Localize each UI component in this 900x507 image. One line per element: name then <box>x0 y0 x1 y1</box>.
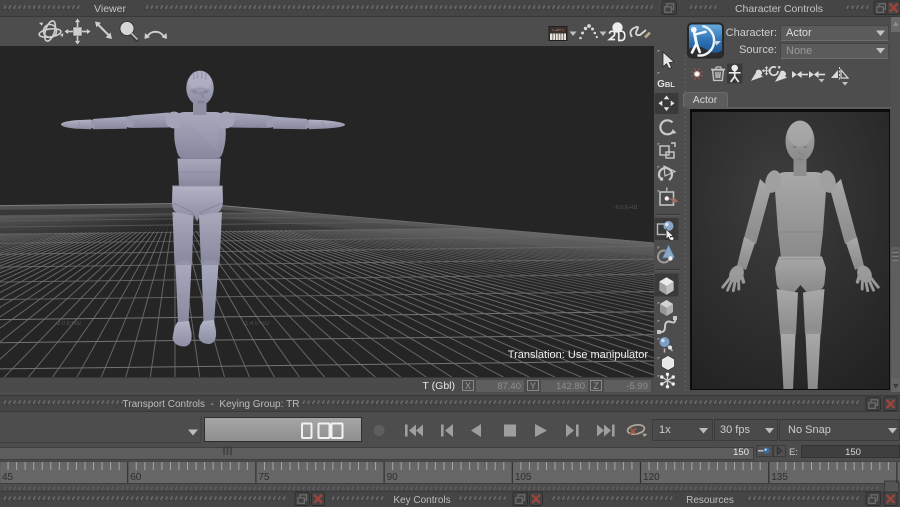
svg-text:60: 60 <box>130 472 142 483</box>
svg-text:Translation: Use manipulator: Translation: Use manipulator <box>508 349 649 361</box>
svg-text:-2.0 E+02: -2.0 E+02 <box>55 321 82 327</box>
svg-text:-6.0 E+01: -6.0 E+01 <box>614 205 638 211</box>
svg-text:120: 120 <box>643 472 660 483</box>
svg-text:75: 75 <box>258 472 270 483</box>
svg-text:105: 105 <box>515 472 532 483</box>
svg-text:90: 90 <box>387 472 399 483</box>
svg-text:45: 45 <box>2 472 14 483</box>
svg-text:GBL: GBL <box>657 79 675 90</box>
svg-text:135: 135 <box>771 472 788 483</box>
svg-text:-1.4 E+02: -1.4 E+02 <box>243 321 270 327</box>
